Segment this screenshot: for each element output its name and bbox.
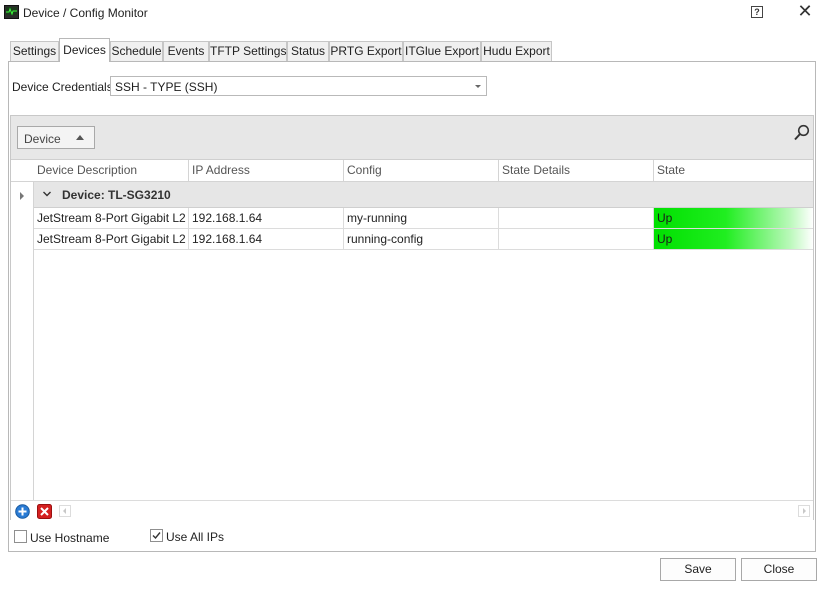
device-credentials-dropdown[interactable]: SSH - TYPE (SSH) xyxy=(110,76,487,96)
cell-ip-address[interactable]: 192.168.1.64 xyxy=(189,208,344,228)
group-by-device-chip[interactable]: Device xyxy=(17,126,95,149)
use-hostname-label: Use Hostname xyxy=(30,531,110,545)
current-row-indicator-icon xyxy=(20,192,24,200)
scroll-right-icon[interactable] xyxy=(798,505,810,517)
tab-hudu-export[interactable]: Hudu Export xyxy=(481,41,552,61)
delete-device-icon[interactable] xyxy=(37,504,52,519)
group-row-device[interactable]: Device: TL-SG3210 xyxy=(34,182,813,208)
group-chip-label: Device xyxy=(24,132,61,146)
table-row[interactable]: JetStream 8-Port Gigabit L2 ... 192.168.… xyxy=(34,229,813,250)
use-all-ips-label: Use All IPs xyxy=(166,530,225,544)
cell-ip-address[interactable]: 192.168.1.64 xyxy=(189,229,344,249)
tab-itglue-export[interactable]: ITGlue Export xyxy=(403,41,481,61)
device-credentials-label: Device Credentials: xyxy=(12,80,117,94)
close-button[interactable]: Close xyxy=(741,558,817,581)
monitor-app-icon xyxy=(4,5,19,19)
cell-state[interactable]: Up xyxy=(654,208,813,228)
cell-state-details[interactable] xyxy=(499,208,654,228)
cell-config[interactable]: my-running xyxy=(344,208,499,228)
use-all-ips-checkbox[interactable] xyxy=(150,529,163,542)
table-row[interactable]: JetStream 8-Port Gigabit L2 ... 192.168.… xyxy=(34,208,813,229)
tab-events[interactable]: Events xyxy=(163,41,209,61)
save-button[interactable]: Save xyxy=(660,558,736,581)
cell-config[interactable]: running-config xyxy=(344,229,499,249)
column-ip-address[interactable]: IP Address xyxy=(189,160,344,181)
add-device-icon[interactable] xyxy=(15,504,30,519)
cell-state-details[interactable] xyxy=(499,229,654,249)
use-hostname-checkbox[interactable] xyxy=(14,530,27,543)
search-icon[interactable] xyxy=(793,124,811,142)
column-config[interactable]: Config xyxy=(344,160,499,181)
help-icon[interactable]: ? xyxy=(751,6,763,18)
sort-ascending-icon xyxy=(76,135,84,140)
column-device-description[interactable]: Device Description xyxy=(34,160,189,181)
device-credentials-value: SSH - TYPE (SSH) xyxy=(115,80,218,94)
column-header-row: Device Description IP Address Config Sta… xyxy=(11,160,813,182)
tab-tftp-settings[interactable]: TFTP Settings xyxy=(209,41,287,61)
tab-status[interactable]: Status xyxy=(287,41,329,61)
cell-device-description[interactable]: JetStream 8-Port Gigabit L2 ... xyxy=(34,208,189,228)
group-panel: Device xyxy=(11,116,813,160)
row-indicator-column xyxy=(11,160,34,500)
scroll-left-icon[interactable] xyxy=(59,505,71,517)
title-bar: Device / Config Monitor ? ✕ xyxy=(0,0,827,28)
group-row-label: Device: TL-SG3210 xyxy=(62,188,171,202)
tab-prtg-export[interactable]: PRTG Export xyxy=(329,41,403,61)
cell-device-description[interactable]: JetStream 8-Port Gigabit L2 ... xyxy=(34,229,189,249)
cell-state[interactable]: Up xyxy=(654,229,813,249)
devices-grid: Device Device Description IP Address Con… xyxy=(10,115,814,520)
dropdown-arrow-icon[interactable] xyxy=(475,85,481,88)
column-state[interactable]: State xyxy=(654,160,813,181)
tab-settings[interactable]: Settings xyxy=(10,41,59,61)
tab-devices[interactable]: Devices xyxy=(59,38,110,62)
tab-schedule[interactable]: Schedule xyxy=(110,41,163,61)
close-window-icon[interactable]: ✕ xyxy=(797,2,813,20)
window-title: Device / Config Monitor xyxy=(23,6,148,20)
chevron-down-icon[interactable] xyxy=(43,190,51,198)
checkmark-icon xyxy=(152,532,161,540)
grid-footer-bar xyxy=(11,500,813,520)
column-state-details[interactable]: State Details xyxy=(499,160,654,181)
